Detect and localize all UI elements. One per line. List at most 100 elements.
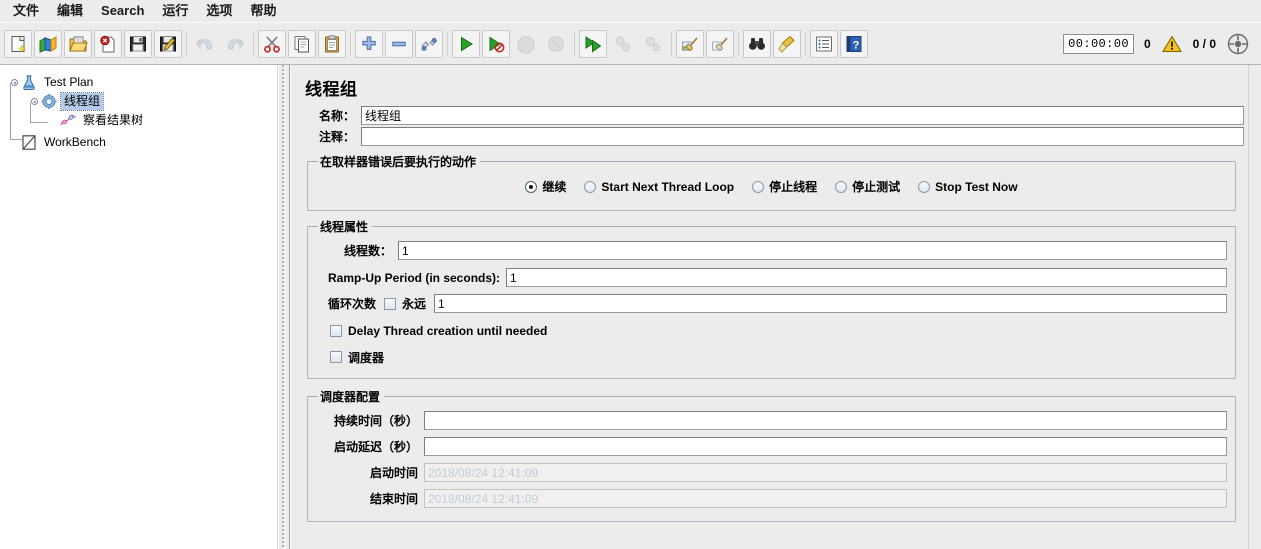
- radio-dot-icon: [752, 180, 765, 193]
- start-no-pauses-icon: [489, 36, 505, 52]
- toolbar-stop[interactable]: [512, 30, 540, 58]
- radio-stop-test[interactable]: 停止测试: [835, 178, 900, 195]
- toolbar-collapse-all[interactable]: [385, 29, 413, 58]
- connection-status-icon[interactable]: [1226, 32, 1250, 56]
- menu-run[interactable]: 运行: [153, 1, 197, 21]
- forever-checkbox[interactable]: [384, 297, 397, 310]
- num-threads-input[interactable]: [398, 241, 1227, 260]
- threads-running-count: 0 / 0: [1192, 36, 1216, 51]
- toolbar-undo[interactable]: [191, 30, 219, 58]
- startup-delay-label: 启动延迟（秒）: [333, 440, 418, 454]
- tree-node-label: Test Plan: [44, 75, 94, 89]
- menu-search[interactable]: Search: [92, 1, 153, 21]
- toolbar-clear[interactable]: [676, 29, 704, 58]
- toolbar-shutdown[interactable]: [542, 30, 570, 58]
- name-row: 名称：: [297, 106, 1244, 125]
- name-label: 名称：: [318, 109, 355, 123]
- tree-node-workbench[interactable]: WorkBench: [6, 133, 277, 152]
- toolbar-help[interactable]: ?: [840, 29, 868, 58]
- toolbar-templates[interactable]: [34, 29, 62, 58]
- reset-search-broom-icon: [778, 35, 795, 53]
- sampler-error-action-legend: 在取样器错误后要执行的动作: [320, 155, 477, 169]
- toolbar-separator: [802, 30, 809, 58]
- jmeter-window: 文件 编辑 Search 运行 选项 帮助 ? 00:00:00 0 0 / 0…: [0, 0, 1261, 549]
- toolbar-new[interactable]: [4, 29, 32, 58]
- comment-label: 注释：: [318, 130, 355, 144]
- ramp-up-row: Ramp-Up Period (in seconds):: [316, 268, 1227, 287]
- test-plan-tree-panel[interactable]: Test Plan 线程组 察看结果树 WorkBench: [0, 65, 278, 549]
- toolbar-separator: [347, 30, 354, 58]
- startup-delay-row: 启动延迟（秒）: [316, 437, 1227, 456]
- clear-all-broom-icon: [712, 36, 728, 51]
- radio-label: 停止线程: [769, 180, 818, 194]
- clipboard-paste-icon: [325, 34, 339, 52]
- loop-count-label: 循环次数: [328, 297, 377, 311]
- toolbar-search[interactable]: [743, 29, 771, 58]
- radio-continue[interactable]: 继续: [525, 178, 566, 195]
- panel-splitter[interactable]: [278, 65, 290, 549]
- duration-input[interactable]: [424, 411, 1227, 430]
- save-as-icon: [160, 36, 176, 51]
- toolbar-separator: [571, 30, 578, 58]
- toolbar-start-no-pauses[interactable]: [482, 29, 510, 58]
- start-time-label: 启动时间: [369, 466, 418, 480]
- radio-start-next-thread-loop[interactable]: Start Next Thread Loop: [584, 180, 734, 194]
- toolbar-copy[interactable]: [288, 29, 316, 58]
- scheduler-checkbox[interactable]: [330, 351, 342, 363]
- binoculars-search-icon: [749, 37, 765, 50]
- startup-delay-input[interactable]: [424, 437, 1227, 456]
- menu-file[interactable]: 文件: [4, 1, 48, 21]
- radio-label: Start Next Thread Loop: [601, 179, 735, 194]
- toolbar: ? 00:00:00 0 0 / 0: [0, 22, 1261, 65]
- elapsed-timer: 00:00:00: [1063, 33, 1134, 54]
- toolbar-expand-all[interactable]: [355, 29, 383, 58]
- start-time-row: 启动时间: [316, 463, 1227, 482]
- toolbar-function-helper[interactable]: [810, 29, 838, 58]
- toolbar-reset-search[interactable]: [773, 29, 801, 58]
- loop-count-input[interactable]: [434, 294, 1227, 313]
- clear-broom-icon: [682, 36, 698, 51]
- radio-stop-test-now[interactable]: Stop Test Now: [918, 180, 1018, 194]
- toolbar-close[interactable]: [94, 29, 122, 58]
- warning-triangle-icon[interactable]: [1161, 34, 1183, 54]
- toolbar-paste[interactable]: [318, 29, 346, 58]
- toolbar-open[interactable]: [64, 29, 92, 58]
- menu-edit[interactable]: 编辑: [48, 1, 92, 21]
- toolbar-remote-stop-all[interactable]: [609, 30, 637, 58]
- tree-node-thread-group[interactable]: 线程组: [6, 92, 277, 111]
- tree-node-view-results-tree[interactable]: 察看结果树: [6, 111, 277, 130]
- main-body: Test Plan 线程组 察看结果树 WorkBench 线程组 名称： 线程…: [0, 65, 1261, 549]
- menu-options[interactable]: 选项: [197, 1, 241, 21]
- tree-expand-handle[interactable]: [30, 97, 39, 106]
- toolbar-start[interactable]: [452, 29, 480, 58]
- templates-icon: [39, 35, 57, 53]
- expand-plus-icon: [362, 36, 376, 50]
- delay-thread-creation-checkbox[interactable]: [330, 325, 342, 337]
- scheduler-row: 调度器: [316, 345, 1227, 369]
- toolbar-toggle[interactable]: [415, 29, 443, 58]
- menu-help[interactable]: 帮助: [241, 1, 285, 21]
- radio-dot-icon: [835, 180, 848, 193]
- comment-input[interactable]: [361, 127, 1244, 146]
- ramp-up-input[interactable]: [506, 268, 1227, 287]
- redo-arrow-icon: [228, 37, 245, 50]
- stop-octagon-icon: [517, 36, 535, 53]
- radio-stop-thread[interactable]: 停止线程: [752, 178, 817, 195]
- toolbar-redo[interactable]: [221, 30, 249, 58]
- tree-expand-handle[interactable]: [10, 78, 19, 87]
- tree-node-test-plan[interactable]: Test Plan: [6, 73, 277, 92]
- name-input[interactable]: [361, 106, 1244, 125]
- tree-node-label: 线程组: [59, 92, 105, 111]
- radio-dot-icon: [918, 180, 931, 193]
- toolbar-remote-start-all[interactable]: [579, 29, 607, 58]
- start-time-input[interactable]: [424, 463, 1227, 482]
- toolbar-clear-all[interactable]: [706, 29, 734, 58]
- toolbar-remote-shutdown-all[interactable]: [639, 30, 667, 58]
- sampler-error-action-group: 在取样器错误后要执行的动作 继续 Start Next Thread Loop: [307, 153, 1236, 211]
- splitter-grip[interactable]: [282, 65, 286, 549]
- end-time-input[interactable]: [424, 489, 1227, 508]
- toolbar-save-as[interactable]: [154, 29, 182, 58]
- toolbar-cut[interactable]: [258, 29, 286, 58]
- scheduler-configuration-legend: 调度器配置: [320, 390, 381, 404]
- toolbar-save[interactable]: [124, 29, 152, 58]
